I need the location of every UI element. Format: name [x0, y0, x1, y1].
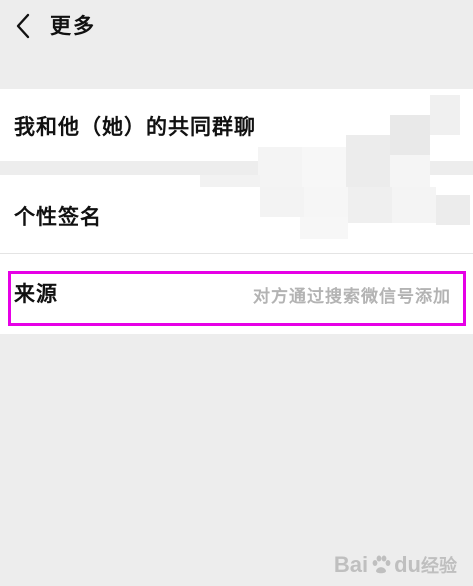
- signature-label: 个性签名: [14, 205, 102, 229]
- common-groups-label: 我和他（她）的共同群聊: [14, 115, 256, 139]
- watermark-suffix: du: [394, 552, 421, 577]
- signature-row[interactable]: 个性签名: [0, 175, 473, 253]
- back-button[interactable]: [6, 8, 40, 44]
- source-value: 对方通过搜索微信号添加: [253, 287, 451, 307]
- common-groups-row[interactable]: 我和他（她）的共同群聊: [0, 89, 473, 161]
- baidu-watermark: Bai du 经验: [334, 552, 457, 578]
- watermark-latin: Bai: [333, 552, 369, 577]
- chevron-left-icon: [16, 13, 30, 39]
- watermark-cn: 经验: [421, 556, 457, 577]
- paw-icon: [372, 555, 391, 574]
- navigation-bar: 更多: [0, 0, 473, 58]
- page-title: 更多: [50, 14, 96, 38]
- source-label: 来源: [14, 282, 58, 306]
- source-row[interactable]: 来源 对方通过搜索微信号添加: [0, 254, 473, 334]
- page: 更多 我和他（她）的共同群聊 个性签名 来源 对方通过搜索微信号添加 Bai d…: [0, 0, 473, 586]
